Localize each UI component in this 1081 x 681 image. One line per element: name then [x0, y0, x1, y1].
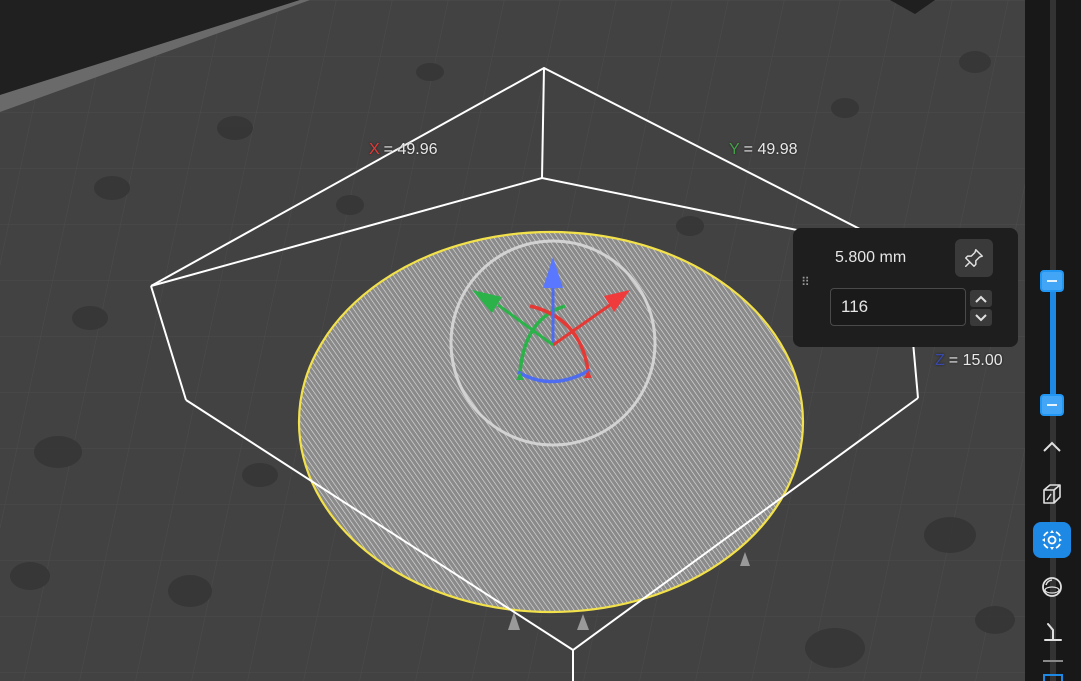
chevron-up-icon — [975, 295, 987, 303]
layer-number-input[interactable] — [830, 288, 966, 326]
view-3d-button[interactable] — [1033, 476, 1071, 512]
drag-handle-icon[interactable]: ⠿ — [801, 276, 811, 288]
chevron-down-icon — [975, 313, 987, 321]
camera-orbit-button[interactable] — [1033, 522, 1071, 558]
toolbar-divider — [1043, 660, 1063, 662]
z-dimension-label: Z = 15.00 — [935, 352, 1003, 369]
collapse-toolbar-button[interactable] — [1033, 429, 1071, 465]
layer-slider-bottom-handle[interactable] — [1040, 394, 1064, 416]
x-axis-letter: X — [369, 141, 380, 158]
cube-view-icon — [1043, 484, 1061, 504]
x-dimension-label: X = 49.96 — [369, 141, 438, 158]
partial-tool-icon — [1043, 674, 1063, 681]
z-axis-letter: Z — [935, 352, 945, 369]
sphere-icon — [1042, 577, 1062, 597]
sphere-view-button[interactable] — [1033, 569, 1071, 605]
pin-button[interactable] — [955, 239, 993, 277]
layer-slider-range — [1050, 281, 1056, 405]
3d-viewport[interactable]: X = 49.96 Y = 49.98 Z = 15.00 5.800 mm ⠿ — [0, 0, 1025, 681]
layer-slider-top-handle[interactable] — [1040, 270, 1064, 292]
layer-increment-button[interactable] — [970, 290, 992, 307]
chevron-up-icon — [1043, 441, 1061, 452]
sliced-model-layer — [297, 230, 805, 614]
orbit-camera-icon — [1042, 530, 1062, 550]
y-dimension-label: Y = 49.98 — [729, 141, 798, 158]
layer-height-label: 5.800 mm — [835, 249, 907, 266]
layer-decrement-button[interactable] — [970, 309, 992, 326]
layer-panel: 5.800 mm ⠿ — [793, 228, 1018, 347]
y-axis-letter: Y — [729, 141, 740, 158]
support-icon — [1044, 623, 1062, 641]
right-toolbar — [1025, 0, 1081, 681]
pin-icon — [965, 249, 983, 267]
supports-button[interactable] — [1033, 614, 1071, 650]
